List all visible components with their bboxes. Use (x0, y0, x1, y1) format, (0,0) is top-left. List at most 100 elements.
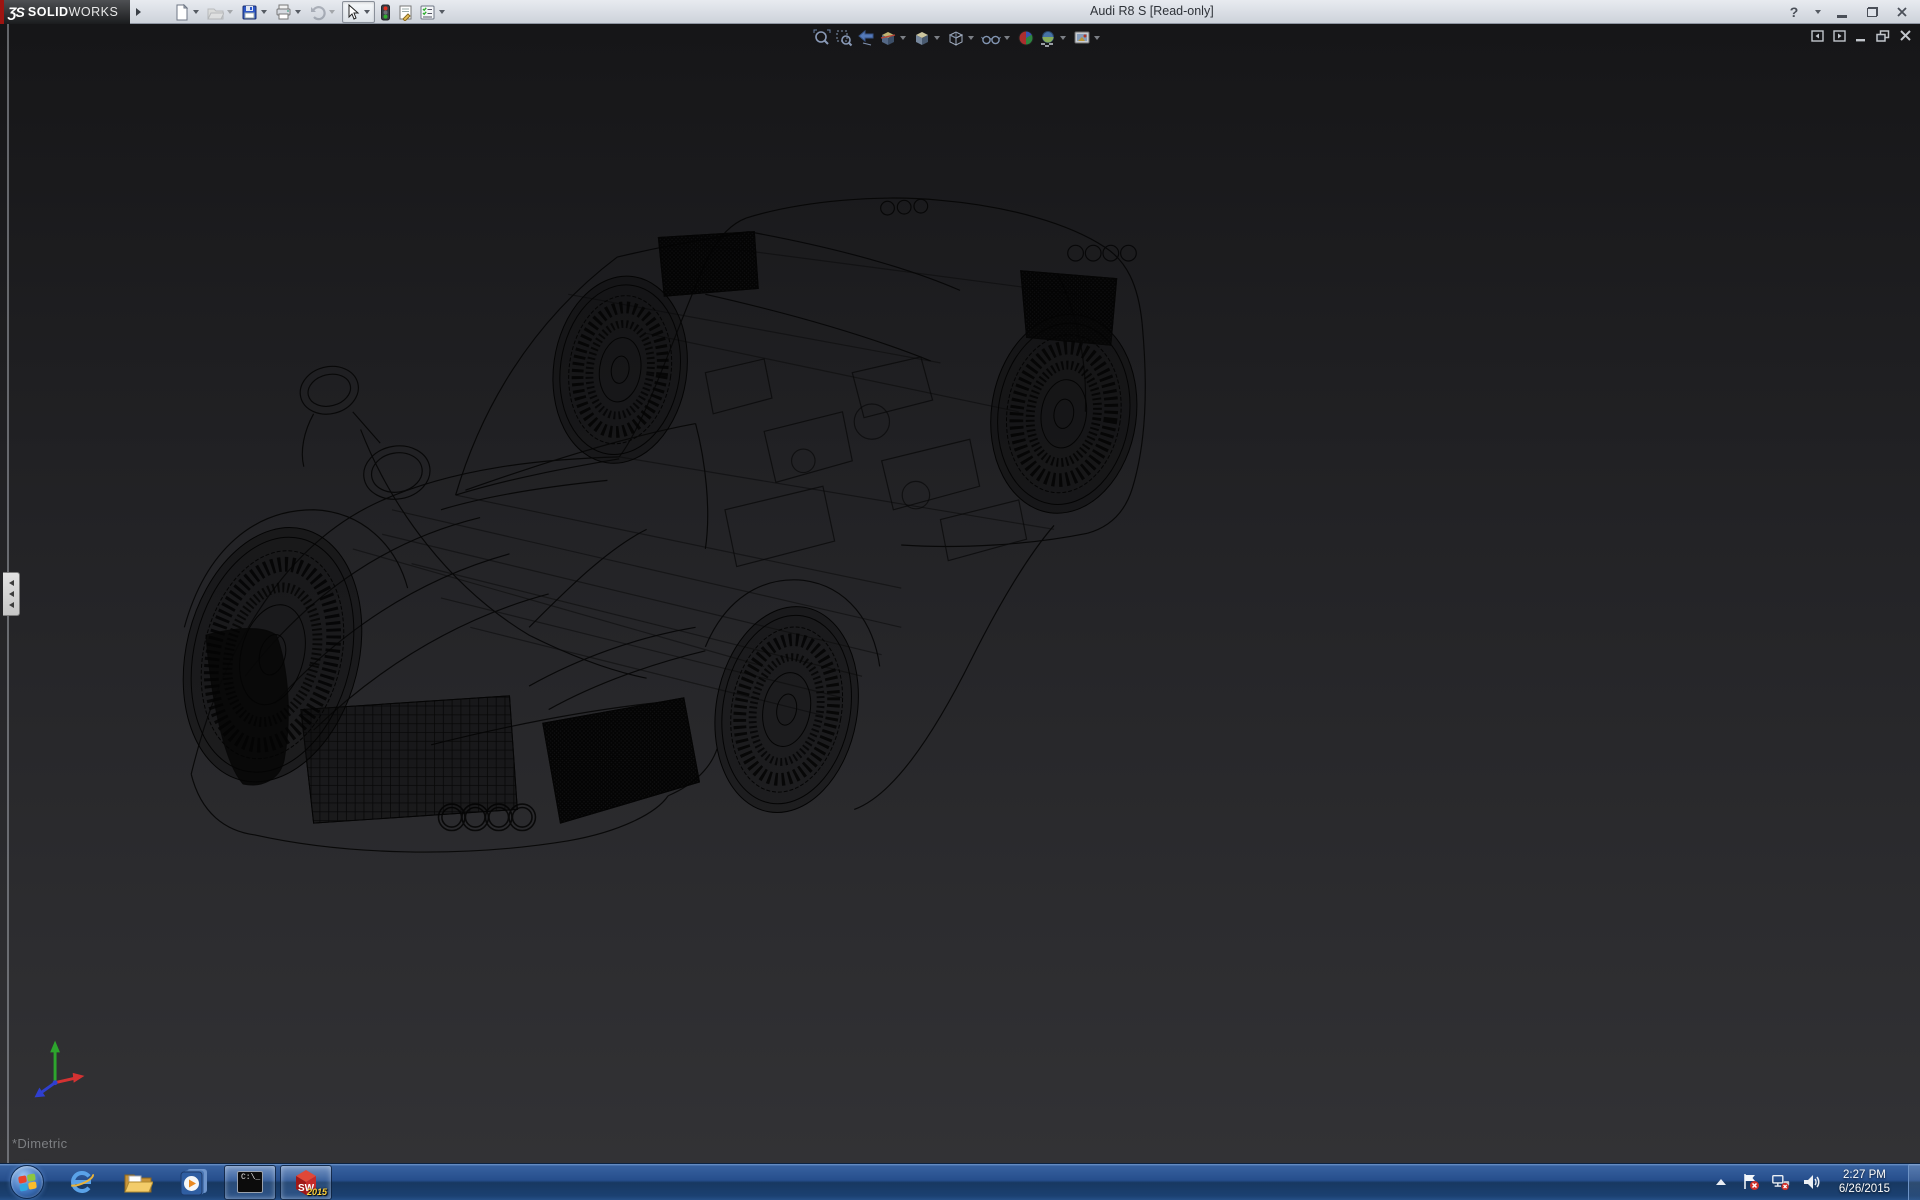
windows-explorer-button[interactable] (112, 1165, 164, 1200)
quick-access-toolbar (172, 1, 449, 23)
show-desktop-button[interactable] (1908, 1164, 1920, 1200)
edit-appearance-button[interactable] (1016, 27, 1036, 49)
dropdown-caret-icon[interactable] (1004, 36, 1010, 40)
close-button[interactable] (1890, 2, 1914, 22)
window-title: Audi R8 S [Read-only] (1090, 4, 1214, 18)
logo-text-solid: SOLID (28, 5, 69, 19)
save-floppy-icon (241, 4, 258, 21)
heads-up-view-toolbar (812, 27, 1104, 49)
dropdown-caret-icon[interactable] (329, 10, 335, 14)
left-arrow-icon (9, 591, 14, 597)
dropdown-caret-icon[interactable] (295, 10, 301, 14)
hide-show-items-button[interactable] (980, 27, 1014, 49)
feature-pane-toggle-left-icon[interactable] (1811, 30, 1824, 42)
clock-date: 6/26/2015 (1839, 1182, 1890, 1196)
dropdown-caret-icon[interactable] (261, 10, 267, 14)
print-icon (275, 4, 292, 21)
restore-button[interactable] (1860, 2, 1884, 22)
apply-scene-button[interactable] (1038, 27, 1070, 49)
graphics-viewport[interactable]: *Dimetric (0, 24, 1920, 1163)
dropdown-caret-icon[interactable] (227, 10, 233, 14)
help-button[interactable]: ? (1782, 2, 1806, 22)
dropdown-caret-icon[interactable] (968, 36, 974, 40)
clock-time: 2:27 PM (1839, 1168, 1890, 1182)
previous-view-button[interactable] (856, 27, 876, 49)
zoom-to-area-icon (835, 29, 853, 47)
minimize-icon (1837, 15, 1847, 18)
collapsed-feature-pane-tab[interactable] (3, 572, 20, 616)
speaker-icon (1801, 1172, 1821, 1192)
dropdown-caret-icon[interactable] (900, 36, 906, 40)
undo-button[interactable] (308, 1, 339, 23)
left-arrow-icon (9, 602, 14, 608)
action-center-button[interactable] (1741, 1170, 1761, 1194)
new-document-button[interactable] (172, 1, 203, 23)
sw-version-badge: 2015 (307, 1187, 327, 1197)
doc-restore-icon[interactable] (1876, 30, 1890, 42)
windows-media-player-button[interactable] (168, 1165, 220, 1200)
rebuild-button[interactable] (378, 1, 393, 23)
dropdown-caret-icon[interactable] (934, 36, 940, 40)
zoom-to-fit-button[interactable] (812, 27, 832, 49)
display-style-button[interactable] (946, 27, 978, 49)
command-prompt-button[interactable]: C:\_ (224, 1165, 276, 1200)
show-hidden-icons-button[interactable] (1711, 1170, 1731, 1194)
help-dropdown-caret-icon[interactable] (1815, 10, 1821, 14)
apply-scene-icon (1039, 29, 1057, 47)
network-status-button[interactable] (1771, 1170, 1791, 1194)
orientation-triad-icon (35, 1041, 85, 1098)
doc-close-icon[interactable] (1899, 29, 1912, 42)
display-style-cube-icon (947, 29, 965, 47)
wireframe-car-model[interactable] (0, 24, 1920, 1163)
dropdown-caret-icon[interactable] (193, 10, 199, 14)
windows-logo-icon (18, 1173, 37, 1191)
flag-green (26, 1173, 35, 1182)
view-settings-icon (1073, 29, 1091, 47)
view-orientation-button[interactable] (912, 27, 944, 49)
taskbar-clock[interactable]: 2:27 PM 6/26/2015 (1831, 1168, 1898, 1196)
logo-text-works: WORKS (69, 5, 119, 19)
document-window-controls (1811, 29, 1912, 42)
open-button[interactable] (206, 1, 237, 23)
volume-button[interactable] (1801, 1170, 1821, 1194)
folder-icon (123, 1169, 153, 1195)
dropdown-caret-icon[interactable] (364, 10, 370, 14)
restore-icon (1867, 7, 1878, 17)
help-icon: ? (1790, 4, 1799, 20)
doc-minimize-icon[interactable] (1855, 30, 1867, 42)
select-tool-button[interactable] (342, 1, 375, 23)
action-center-flag-icon (1741, 1172, 1761, 1192)
feature-pane-toggle-right-icon[interactable] (1833, 30, 1846, 42)
up-arrow-icon (1716, 1179, 1726, 1185)
start-button[interactable] (10, 1165, 44, 1199)
dropdown-caret-icon[interactable] (439, 10, 445, 14)
dropdown-caret-icon[interactable] (1060, 36, 1066, 40)
select-cursor-icon (344, 4, 361, 21)
options-checklist-icon (419, 4, 436, 21)
view-settings-button[interactable] (1072, 27, 1104, 49)
options-button[interactable] (418, 1, 449, 23)
command-prompt-icon: C:\_ (237, 1171, 263, 1193)
file-properties-button[interactable] (396, 1, 415, 23)
print-button[interactable] (274, 1, 305, 23)
minimize-button[interactable] (1830, 2, 1854, 22)
open-folder-icon (207, 4, 224, 21)
zoom-to-fit-icon (813, 29, 831, 47)
appearance-ball-icon (1017, 29, 1035, 47)
dropdown-caret-icon[interactable] (1094, 36, 1100, 40)
solidworks-window: ƷS SOLIDWORKS (0, 0, 1920, 1200)
title-bar: ƷS SOLIDWORKS (0, 0, 1920, 24)
menu-flyout-arrow[interactable] (132, 2, 144, 22)
internet-explorer-icon (67, 1167, 97, 1197)
internet-explorer-button[interactable] (56, 1165, 108, 1200)
taskbar-items: C:\_ SW 2015 (56, 1164, 332, 1200)
flag-red (18, 1175, 27, 1184)
section-view-button[interactable] (878, 27, 910, 49)
rebuild-traffic-light-icon (379, 4, 392, 21)
solidworks-logo: ƷS SOLIDWORKS (0, 0, 130, 24)
save-button[interactable] (240, 1, 271, 23)
window-controls: ? (1782, 0, 1914, 24)
zoom-to-area-button[interactable] (834, 27, 854, 49)
file-properties-icon (397, 4, 414, 21)
solidworks-2015-button[interactable]: SW 2015 (280, 1165, 332, 1200)
